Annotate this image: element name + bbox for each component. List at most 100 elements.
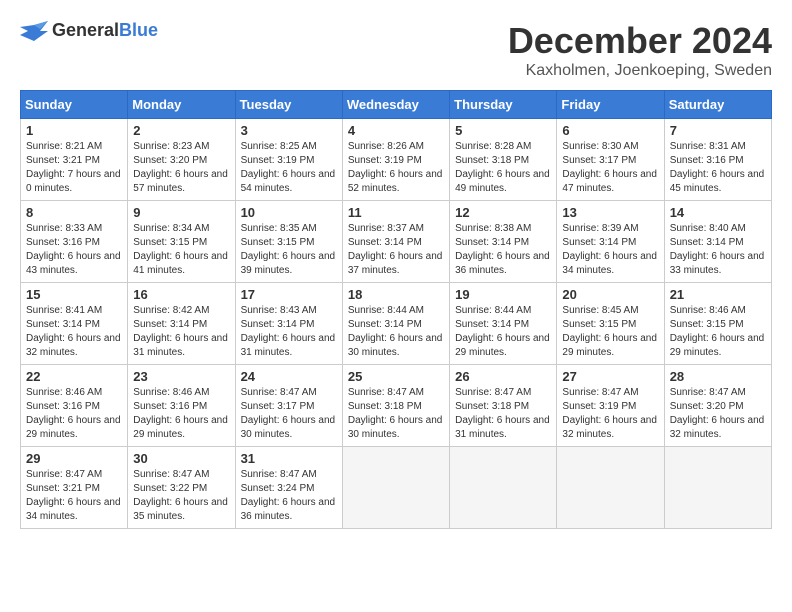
sunset-text: Sunset: 3:19 PM	[348, 154, 444, 168]
sunrise-text: Sunrise: 8:47 AM	[562, 386, 658, 400]
daylight-text: Daylight: 6 hours and 36 minutes.	[455, 250, 551, 278]
month-title: December 2024	[508, 20, 772, 62]
sunset-text: Sunset: 3:14 PM	[455, 236, 551, 250]
daylight-text: Daylight: 6 hours and 32 minutes.	[670, 414, 766, 442]
calendar-cell: 20Sunrise: 8:45 AMSunset: 3:15 PMDayligh…	[557, 283, 664, 365]
day-number: 27	[562, 369, 658, 384]
sunrise-text: Sunrise: 8:31 AM	[670, 140, 766, 154]
day-number: 18	[348, 287, 444, 302]
col-header-monday: Monday	[128, 91, 235, 119]
day-info: Sunrise: 8:47 AMSunset: 3:17 PMDaylight:…	[241, 386, 337, 442]
calendar-cell: 10Sunrise: 8:35 AMSunset: 3:15 PMDayligh…	[235, 201, 342, 283]
calendar-cell: 23Sunrise: 8:46 AMSunset: 3:16 PMDayligh…	[128, 365, 235, 447]
day-info: Sunrise: 8:21 AMSunset: 3:21 PMDaylight:…	[26, 140, 122, 196]
sunset-text: Sunset: 3:18 PM	[348, 400, 444, 414]
daylight-text: Daylight: 6 hours and 34 minutes.	[562, 250, 658, 278]
sunrise-text: Sunrise: 8:25 AM	[241, 140, 337, 154]
sunrise-text: Sunrise: 8:47 AM	[26, 468, 122, 482]
calendar-week-1: 1 Sunrise: 8:21 AMSunset: 3:21 PMDaylight…	[21, 119, 772, 201]
col-header-sunday: Sunday	[21, 91, 128, 119]
daylight-text: Daylight: 6 hours and 29 minutes.	[455, 332, 551, 360]
col-header-saturday: Saturday	[664, 91, 771, 119]
sunrise-text: Sunrise: 8:40 AM	[670, 222, 766, 236]
day-number: 30	[133, 451, 229, 466]
daylight-text: Daylight: 6 hours and 43 minutes.	[26, 250, 122, 278]
sunrise-text: Sunrise: 8:47 AM	[670, 386, 766, 400]
calendar-cell: 13Sunrise: 8:39 AMSunset: 3:14 PMDayligh…	[557, 201, 664, 283]
day-info: Sunrise: 8:47 AMSunset: 3:22 PMDaylight:…	[133, 468, 229, 524]
daylight-text: Daylight: 6 hours and 30 minutes.	[241, 414, 337, 442]
calendar-cell: 26Sunrise: 8:47 AMSunset: 3:18 PMDayligh…	[450, 365, 557, 447]
day-number: 7	[670, 123, 766, 138]
day-number: 14	[670, 205, 766, 220]
daylight-text: Daylight: 6 hours and 34 minutes.	[26, 496, 122, 524]
daylight-text: Daylight: 6 hours and 35 minutes.	[133, 496, 229, 524]
sunrise-text: Sunrise: 8:30 AM	[562, 140, 658, 154]
calendar-cell: 3 Sunrise: 8:25 AMSunset: 3:19 PMDaylight…	[235, 119, 342, 201]
daylight-text: Daylight: 6 hours and 45 minutes.	[670, 168, 766, 196]
day-info: Sunrise: 8:34 AMSunset: 3:15 PMDaylight:…	[133, 222, 229, 278]
sunset-text: Sunset: 3:22 PM	[133, 482, 229, 496]
daylight-text: Daylight: 6 hours and 49 minutes.	[455, 168, 551, 196]
day-info: Sunrise: 8:28 AMSunset: 3:18 PMDaylight:…	[455, 140, 551, 196]
calendar-cell: 25 Sunrise: 8:47 AMSunset: 3:18 PMDayligh…	[342, 365, 449, 447]
sunrise-text: Sunrise: 8:47 AM	[241, 468, 337, 482]
day-number: 25	[348, 369, 444, 384]
day-info: Sunrise: 8:41 AMSunset: 3:14 PMDaylight:…	[26, 304, 122, 360]
daylight-text: Daylight: 6 hours and 30 minutes.	[348, 414, 444, 442]
daylight-text: Daylight: 6 hours and 29 minutes.	[670, 332, 766, 360]
sunrise-text: Sunrise: 8:34 AM	[133, 222, 229, 236]
col-header-friday: Friday	[557, 91, 664, 119]
day-info: Sunrise: 8:47 AMSunset: 3:18 PMDaylight:…	[455, 386, 551, 442]
calendar-cell	[342, 447, 449, 529]
calendar-cell: 12Sunrise: 8:38 AMSunset: 3:14 PMDayligh…	[450, 201, 557, 283]
daylight-text: Daylight: 6 hours and 29 minutes.	[133, 414, 229, 442]
day-number: 4	[348, 123, 444, 138]
calendar-cell	[450, 447, 557, 529]
day-number: 1	[26, 123, 122, 138]
day-info: Sunrise: 8:46 AMSunset: 3:16 PMDaylight:…	[26, 386, 122, 442]
sunrise-text: Sunrise: 8:37 AM	[348, 222, 444, 236]
day-number: 21	[670, 287, 766, 302]
day-number: 5	[455, 123, 551, 138]
calendar-table: SundayMondayTuesdayWednesdayThursdayFrid…	[20, 90, 772, 529]
sunrise-text: Sunrise: 8:43 AM	[241, 304, 337, 318]
calendar-week-3: 15 Sunrise: 8:41 AMSunset: 3:14 PMDayligh…	[21, 283, 772, 365]
daylight-text: Daylight: 6 hours and 31 minutes.	[455, 414, 551, 442]
calendar-body: 1 Sunrise: 8:21 AMSunset: 3:21 PMDaylight…	[21, 119, 772, 529]
calendar-cell: 8Sunrise: 8:33 AMSunset: 3:16 PMDaylight…	[21, 201, 128, 283]
daylight-text: Daylight: 6 hours and 29 minutes.	[26, 414, 122, 442]
day-number: 24	[241, 369, 337, 384]
sunrise-text: Sunrise: 8:47 AM	[241, 386, 337, 400]
daylight-text: Daylight: 6 hours and 57 minutes.	[133, 168, 229, 196]
logo-general: General	[52, 20, 119, 40]
title-area: December 2024 Kaxholmen, Joenkoeping, Sw…	[508, 20, 772, 80]
sunrise-text: Sunrise: 8:39 AM	[562, 222, 658, 236]
day-number: 3	[241, 123, 337, 138]
calendar-cell: 21Sunrise: 8:46 AMSunset: 3:15 PMDayligh…	[664, 283, 771, 365]
sunrise-text: Sunrise: 8:44 AM	[455, 304, 551, 318]
day-info: Sunrise: 8:25 AMSunset: 3:19 PMDaylight:…	[241, 140, 337, 196]
day-info: Sunrise: 8:44 AMSunset: 3:14 PMDaylight:…	[348, 304, 444, 360]
calendar-cell: 18 Sunrise: 8:44 AMSunset: 3:14 PMDayligh…	[342, 283, 449, 365]
daylight-text: Daylight: 6 hours and 32 minutes.	[26, 332, 122, 360]
sunset-text: Sunset: 3:14 PM	[348, 236, 444, 250]
day-number: 12	[455, 205, 551, 220]
daylight-text: Daylight: 6 hours and 31 minutes.	[133, 332, 229, 360]
logo-bird-icon	[20, 21, 48, 41]
sunrise-text: Sunrise: 8:41 AM	[26, 304, 122, 318]
day-number: 15	[26, 287, 122, 302]
sunset-text: Sunset: 3:15 PM	[562, 318, 658, 332]
sunrise-text: Sunrise: 8:47 AM	[348, 386, 444, 400]
sunrise-text: Sunrise: 8:23 AM	[133, 140, 229, 154]
day-number: 6	[562, 123, 658, 138]
calendar-cell: 2Sunrise: 8:23 AMSunset: 3:20 PMDaylight…	[128, 119, 235, 201]
day-number: 2	[133, 123, 229, 138]
day-info: Sunrise: 8:39 AMSunset: 3:14 PMDaylight:…	[562, 222, 658, 278]
sunset-text: Sunset: 3:18 PM	[455, 154, 551, 168]
daylight-text: Daylight: 6 hours and 31 minutes.	[241, 332, 337, 360]
day-info: Sunrise: 8:30 AMSunset: 3:17 PMDaylight:…	[562, 140, 658, 196]
sunrise-text: Sunrise: 8:47 AM	[133, 468, 229, 482]
sunset-text: Sunset: 3:15 PM	[133, 236, 229, 250]
calendar-week-2: 8Sunrise: 8:33 AMSunset: 3:16 PMDaylight…	[21, 201, 772, 283]
